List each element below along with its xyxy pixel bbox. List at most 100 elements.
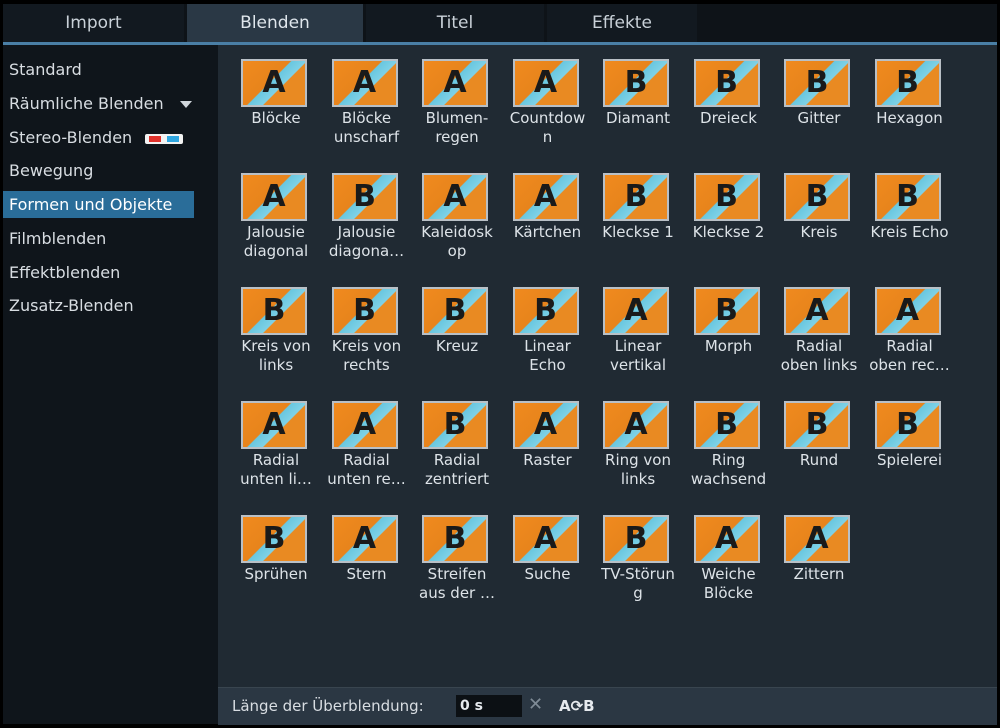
transition-label: Hexagon <box>876 109 943 127</box>
transition-item[interactable]: B Kreis Echo <box>866 162 954 272</box>
transition-item[interactable]: A Blöcke unscharf <box>323 48 411 158</box>
thumbnail-glyph: B <box>624 521 648 556</box>
close-icon[interactable]: ✕ <box>528 694 543 715</box>
transition-item[interactable]: A Ring von links <box>594 390 682 500</box>
tab-blenden[interactable]: Blenden <box>187 4 363 42</box>
category-raeumliche-blenden[interactable]: Räumliche Blenden <box>3 90 192 117</box>
transition-item[interactable]: A Blumen- regen <box>413 48 501 158</box>
transition-label: Stern <box>346 565 387 583</box>
transition-item[interactable]: B Rund <box>775 390 863 500</box>
transition-label: Gitter <box>797 109 841 127</box>
transition-item[interactable]: A Kaleidosk op <box>413 162 501 272</box>
chevron-down-icon[interactable] <box>179 101 192 108</box>
transition-label: Radial oben links <box>780 337 858 374</box>
transition-item[interactable]: A Radial oben rec… <box>866 276 954 386</box>
transition-item[interactable]: B TV-Störun g <box>594 504 682 614</box>
transition-item[interactable]: B Kreuz <box>413 276 501 386</box>
transition-label: Countdow n <box>509 109 586 146</box>
transition-item[interactable]: B Dreieck <box>685 48 773 158</box>
transition-label: Zittern <box>793 565 845 583</box>
thumbnail-glyph: B <box>443 293 467 328</box>
transition-item[interactable]: A Zittern <box>775 504 863 614</box>
transition-item[interactable]: A Radial oben links <box>775 276 863 386</box>
transition-item[interactable]: A Radial unten re… <box>323 390 411 500</box>
transition-label: Jalousie diagona… <box>328 223 405 260</box>
thumbnail-glyph: A <box>533 521 558 556</box>
transition-item[interactable]: B Hexagon <box>866 48 954 158</box>
transition-label: Kreis Echo <box>870 223 949 241</box>
category-filmblenden[interactable]: Filmblenden <box>3 225 106 252</box>
transition-item[interactable]: A Weiche Blöcke <box>685 504 773 614</box>
transition-item[interactable]: B Ring wachsend <box>685 390 773 500</box>
transition-item[interactable]: B Radial zentriert <box>413 390 501 500</box>
thumbnail-glyph: B <box>715 179 738 214</box>
category-label: Effektblenden <box>9 263 121 282</box>
transition-item[interactable]: B Morph <box>685 276 773 386</box>
transition-thumbnail: B <box>422 287 488 335</box>
ab-toggle-icon[interactable]: A⟳B <box>559 697 595 715</box>
tab-import[interactable]: Import <box>3 4 184 42</box>
thumbnail-glyph: A <box>714 521 739 556</box>
thumbnail-glyph: B <box>534 293 557 328</box>
transition-thumbnail: B <box>693 59 760 107</box>
transition-item[interactable]: A Jalousie diagonal <box>232 162 320 272</box>
duration-input[interactable] <box>456 695 522 717</box>
category-label: Bewegung <box>9 161 94 180</box>
transition-item[interactable]: A Suche <box>504 504 592 614</box>
thumbnail-glyph: A <box>624 407 648 442</box>
thumbnail-glyph: B <box>353 179 376 214</box>
category-stereo-blenden[interactable]: Stereo-Blenden <box>3 124 184 151</box>
transition-item[interactable]: A Raster <box>504 390 592 500</box>
transition-item[interactable]: B Kleckse 1 <box>594 162 682 272</box>
transition-thumbnail: A <box>603 287 669 335</box>
transition-thumbnail: B <box>422 401 488 449</box>
transition-item[interactable]: A Kärtchen <box>504 162 592 272</box>
transition-thumbnail: B <box>784 59 850 107</box>
transition-label: Kärtchen <box>513 223 582 241</box>
transition-item[interactable]: B Gitter <box>775 48 863 158</box>
category-formen-und-objekte[interactable]: Formen und Objekte <box>3 191 194 218</box>
thumbnail-glyph: A <box>352 407 377 442</box>
transition-item[interactable]: B Kreis von links <box>232 276 320 386</box>
transition-item[interactable]: A Stern <box>323 504 411 614</box>
category-standard[interactable]: Standard <box>3 56 82 83</box>
thumbnail-glyph: B <box>715 65 738 100</box>
transition-item[interactable]: B Jalousie diagona… <box>323 162 411 272</box>
tab-titel[interactable]: Titel <box>366 4 544 42</box>
transition-label: Raster <box>523 451 572 469</box>
transition-item[interactable]: A Linear vertikal <box>594 276 682 386</box>
transition-label: Ring wachsend <box>690 451 767 488</box>
transition-label: Blumen- regen <box>425 109 489 146</box>
transition-item[interactable]: A Blöcke <box>232 48 320 158</box>
transition-item[interactable]: B Kreis <box>775 162 863 272</box>
transition-item[interactable]: B Spielerei <box>866 390 954 500</box>
transition-thumbnail: A <box>331 59 398 107</box>
tab-effekte[interactable]: Effekte <box>547 4 697 42</box>
transition-label: Linear vertikal <box>609 337 667 374</box>
transition-item[interactable]: B Linear Echo <box>504 276 592 386</box>
transition-label: Kreuz <box>435 337 479 355</box>
transition-item[interactable]: B Diamant <box>594 48 682 158</box>
transition-label: Radial zentriert <box>424 451 490 488</box>
transition-item[interactable]: B Streifen aus der … <box>413 504 501 614</box>
transition-item[interactable]: B Kreis von rechts <box>323 276 411 386</box>
transition-thumbnail: A <box>512 173 579 221</box>
transition-thumbnail: B <box>512 287 579 335</box>
transition-item[interactable]: A Radial unten li… <box>232 390 320 500</box>
category-effektblenden[interactable]: Effektblenden <box>3 259 120 286</box>
category-bewegung[interactable]: Bewegung <box>3 157 93 184</box>
transition-thumbnail: B <box>603 173 669 221</box>
category-label: Räumliche Blenden <box>9 94 164 113</box>
transition-browser: Import Blenden Titel Effekte Standard Rä… <box>3 4 997 725</box>
category-zusatz-blenden[interactable]: Zusatz-Blenden <box>3 292 134 319</box>
transition-thumbnail: A <box>603 401 669 449</box>
transition-item[interactable]: A Countdow n <box>504 48 592 158</box>
transition-thumbnail: B <box>422 515 488 563</box>
transition-item[interactable]: B Sprühen <box>232 504 320 614</box>
transition-label: Spielerei <box>876 451 943 469</box>
transition-item[interactable]: B Kleckse 2 <box>685 162 773 272</box>
thumbnail-glyph: B <box>443 521 467 556</box>
thumbnail-glyph: A <box>533 407 558 442</box>
transition-thumbnail: B <box>331 173 398 221</box>
thumbnail-glyph: A <box>533 65 558 100</box>
